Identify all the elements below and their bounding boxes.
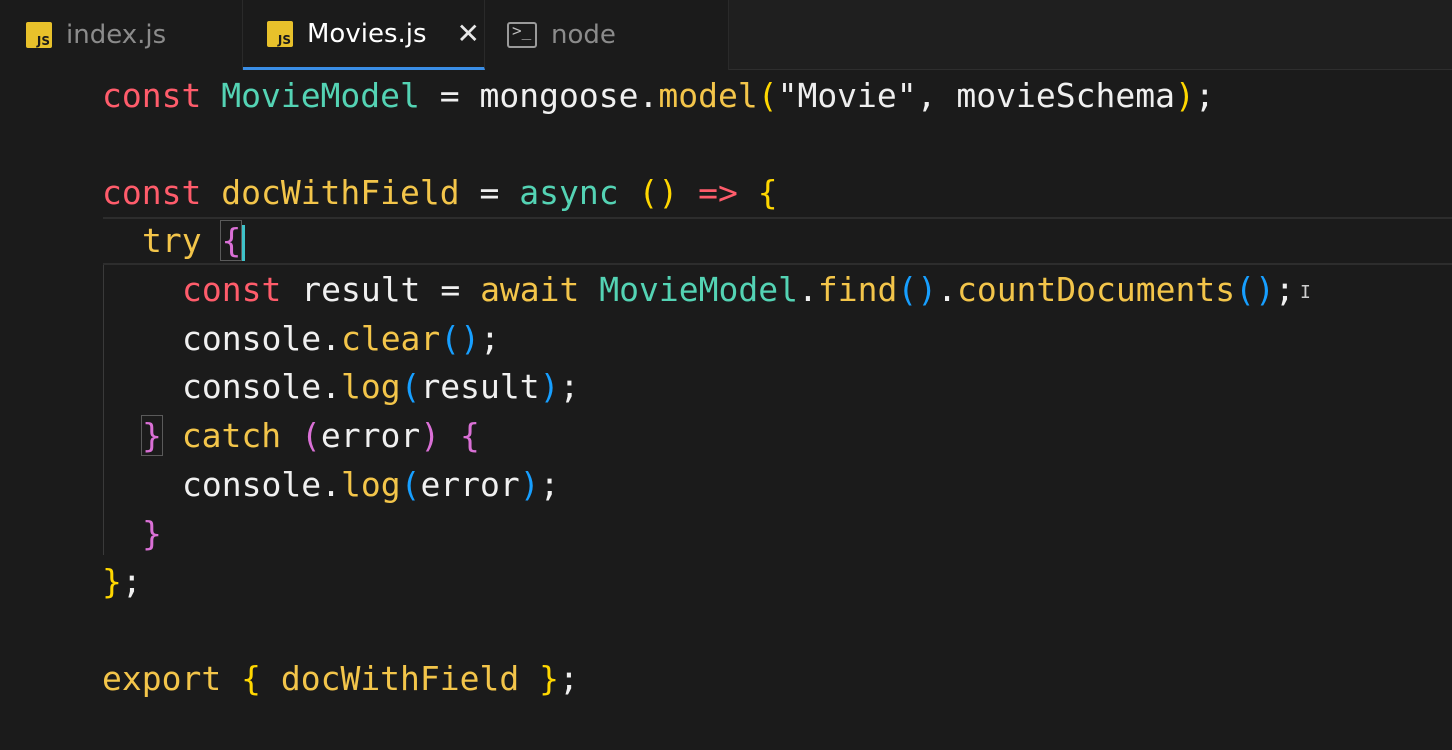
tab-label: node: [551, 20, 616, 50]
code-line-11: export { docWithField };: [102, 659, 579, 698]
code-line-5: console.clear();: [182, 319, 500, 358]
indent-guide: [103, 265, 104, 555]
mouse-ibeam-icon: I: [1300, 282, 1311, 303]
code-line-7: } catch (error) {: [141, 415, 480, 456]
code-line-4: const result = await MovieModel.find().c…: [182, 270, 1295, 309]
terminal-icon: >_: [507, 21, 537, 48]
text-cursor: [242, 224, 246, 261]
tab-node-terminal[interactable]: >_ node: [485, 0, 729, 70]
current-line-highlight: [103, 217, 1452, 265]
code-line-10: };: [102, 562, 142, 601]
code-line-3: try {: [142, 217, 246, 265]
tab-bar: JS index.js JS Movies.js ✕ >_ node: [0, 0, 1452, 70]
code-editor[interactable]: const MovieModel = mongoose.model("Movie…: [0, 70, 1452, 750]
code-line-2: const docWithField = async () => {: [102, 173, 778, 212]
tab-index-js[interactable]: JS index.js: [0, 0, 243, 70]
tab-label: Movies.js: [307, 18, 427, 49]
js-file-icon: JS: [267, 20, 293, 47]
close-icon[interactable]: ✕: [457, 19, 480, 48]
code-line-9: }: [142, 514, 162, 553]
tab-label: index.js: [66, 20, 167, 50]
code-line-6: console.log(result);: [182, 367, 580, 406]
code-line-1: const MovieModel = mongoose.model("Movie…: [102, 76, 1215, 115]
code-line-8: console.log(error);: [182, 465, 560, 504]
js-file-icon: JS: [26, 22, 52, 48]
tab-movies-js[interactable]: JS Movies.js ✕: [243, 0, 485, 70]
